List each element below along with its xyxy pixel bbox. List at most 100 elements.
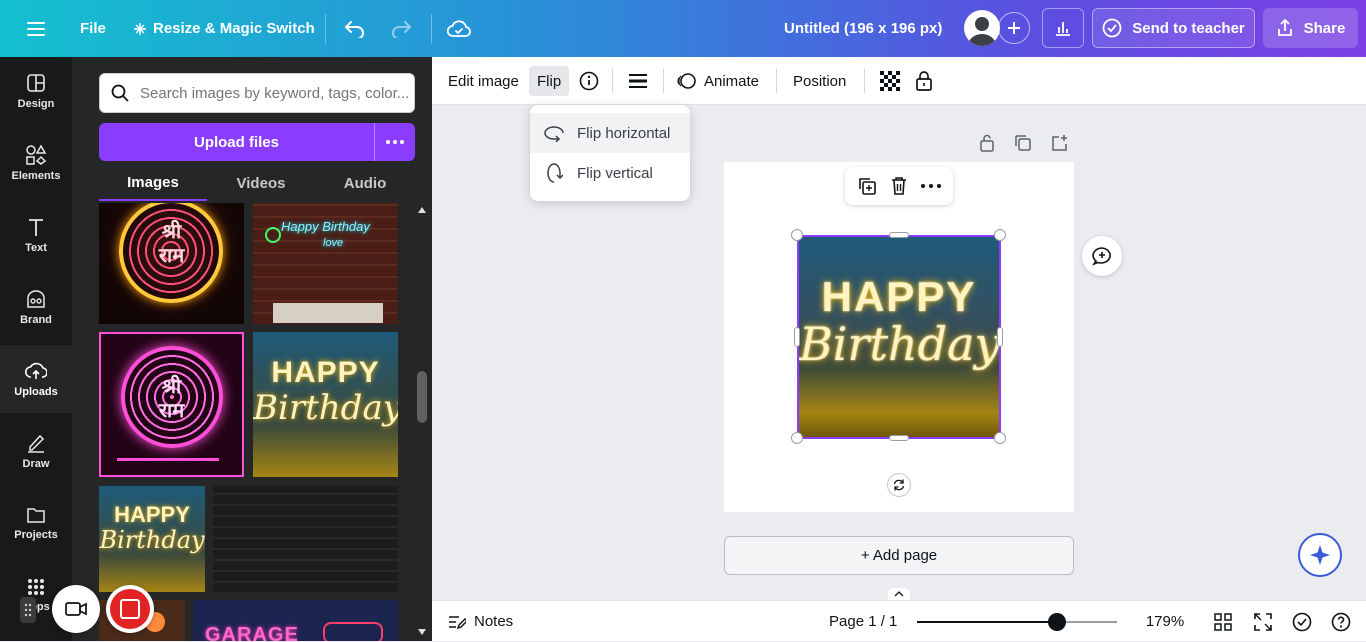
rail-item-text[interactable]: Text bbox=[0, 201, 72, 269]
comment-icon[interactable] bbox=[1082, 236, 1122, 276]
tab-audio[interactable]: Audio bbox=[315, 165, 415, 201]
brand-icon bbox=[25, 289, 47, 309]
resize-handle[interactable] bbox=[889, 435, 909, 441]
thumbnail-text: श्री राम bbox=[158, 374, 185, 422]
rail-item-draw[interactable]: Draw bbox=[0, 417, 72, 485]
resize-handle[interactable] bbox=[997, 327, 1003, 347]
menu-icon[interactable] bbox=[22, 0, 50, 57]
image-thumbnail-happy-birthday-small[interactable]: HAPPY Birthday bbox=[99, 486, 205, 592]
resize-handle[interactable] bbox=[791, 432, 803, 444]
panel-scrollbar[interactable] bbox=[415, 203, 429, 641]
add-page-icon[interactable] bbox=[1050, 133, 1068, 153]
info-icon[interactable] bbox=[578, 57, 600, 105]
document-title[interactable]: Untitled (196 x 196 px) bbox=[784, 0, 942, 57]
zoom-slider-fill bbox=[917, 621, 1057, 623]
stop-icon bbox=[110, 589, 150, 629]
position-button[interactable]: Position bbox=[793, 57, 846, 105]
redo-icon[interactable] bbox=[388, 0, 414, 57]
image-thumbnail-brick-birthday[interactable]: Happy Birthday love bbox=[253, 203, 398, 324]
resize-handle[interactable] bbox=[889, 232, 909, 238]
tab-images[interactable]: Images bbox=[99, 165, 207, 201]
animate-button[interactable]: Animate bbox=[676, 57, 759, 105]
file-menu[interactable]: File bbox=[80, 0, 106, 57]
undo-icon[interactable] bbox=[342, 0, 368, 57]
transparency-icon[interactable] bbox=[879, 57, 901, 105]
chevron-up-icon[interactable] bbox=[888, 588, 910, 600]
lock-page-icon[interactable] bbox=[978, 133, 996, 153]
border-style-icon[interactable] bbox=[627, 57, 649, 105]
record-stop-button[interactable] bbox=[106, 585, 154, 633]
add-collaborator-icon[interactable] bbox=[998, 12, 1030, 44]
elements-icon bbox=[25, 144, 47, 165]
more-options-icon[interactable] bbox=[920, 184, 941, 188]
image-thumbnail-garage[interactable]: GARAGE bbox=[193, 600, 398, 641]
image-thumbnail-dark-brick[interactable] bbox=[213, 486, 398, 592]
scroll-down-icon[interactable] bbox=[418, 629, 426, 635]
rail-item-brand[interactable]: Brand bbox=[0, 273, 72, 341]
drag-handle-icon[interactable] bbox=[20, 597, 36, 623]
insights-icon[interactable] bbox=[1042, 8, 1084, 48]
resize-handle[interactable] bbox=[994, 432, 1006, 444]
page-indicator[interactable]: Page 1 / 1 bbox=[829, 601, 897, 642]
divider bbox=[325, 14, 326, 44]
camera-icon[interactable] bbox=[52, 585, 100, 633]
divider bbox=[612, 69, 613, 93]
zoom-level[interactable]: 179% bbox=[1140, 601, 1190, 642]
rail-label: Brand bbox=[20, 313, 52, 326]
design-page[interactable]: HAPPY Birthday bbox=[724, 162, 1074, 512]
rail-item-uploads[interactable]: Uploads bbox=[0, 345, 72, 413]
image-text-happy: HAPPY bbox=[821, 273, 977, 320]
search-input[interactable] bbox=[140, 84, 408, 102]
resize-handle[interactable] bbox=[994, 229, 1006, 241]
rail-label: Elements bbox=[11, 169, 61, 182]
help-icon[interactable] bbox=[1330, 601, 1352, 642]
divider bbox=[776, 69, 777, 93]
flip-horizontal-option[interactable]: Flip horizontal bbox=[530, 113, 690, 153]
rail-label: Design bbox=[17, 97, 55, 110]
flip-vertical-option[interactable]: Flip vertical bbox=[530, 153, 690, 193]
duplicate-page-icon[interactable] bbox=[1014, 133, 1032, 153]
thumbnail-text: HAPPY bbox=[271, 356, 380, 389]
flip-button[interactable]: Flip bbox=[529, 66, 570, 96]
add-page-button[interactable]: + Add page bbox=[724, 536, 1074, 575]
check-circle-icon[interactable] bbox=[1291, 601, 1313, 642]
rail-item-elements[interactable]: Elements bbox=[0, 129, 72, 197]
magic-assistant-icon[interactable] bbox=[1298, 533, 1342, 577]
divider bbox=[663, 69, 664, 93]
rail-item-design[interactable]: Design bbox=[0, 57, 72, 125]
neon-line bbox=[117, 458, 219, 461]
search-box bbox=[99, 73, 415, 113]
send-to-teacher-button[interactable]: Send to teacher bbox=[1092, 8, 1255, 48]
image-thumbnail-shri-ram-gold[interactable]: श्री राम bbox=[99, 203, 244, 324]
resize-handle[interactable] bbox=[791, 229, 803, 241]
bottom-bar: Notes Page 1 / 1 179% bbox=[432, 600, 1366, 641]
smiley-icon bbox=[265, 227, 281, 243]
grid-view-icon[interactable] bbox=[1212, 601, 1234, 642]
cloud-save-icon[interactable] bbox=[446, 0, 472, 57]
resize-handle[interactable] bbox=[794, 327, 800, 347]
zoom-slider-thumb[interactable] bbox=[1048, 613, 1066, 631]
lock-icon[interactable] bbox=[914, 57, 934, 105]
rotate-icon[interactable] bbox=[887, 473, 911, 497]
media-tabs: Images Videos Audio bbox=[99, 165, 415, 201]
upload-files-button[interactable]: Upload files bbox=[99, 123, 374, 161]
rail-item-projects[interactable]: Projects bbox=[0, 489, 72, 557]
notes-button[interactable]: Notes bbox=[448, 601, 513, 642]
share-button[interactable]: Share bbox=[1263, 8, 1358, 48]
selected-image-happy-birthday[interactable]: HAPPY Birthday bbox=[797, 235, 1001, 439]
scroll-thumb[interactable] bbox=[417, 371, 427, 423]
image-thumbnail-shri-ram-pink[interactable]: श्री राम bbox=[99, 332, 244, 477]
duplicate-icon[interactable] bbox=[857, 176, 877, 196]
fullscreen-icon[interactable] bbox=[1252, 601, 1274, 642]
resize-button[interactable]: Resize & Magic Switch bbox=[133, 0, 315, 57]
zoom-slider-track[interactable] bbox=[917, 613, 1117, 631]
trash-icon[interactable] bbox=[890, 176, 908, 196]
scroll-up-icon[interactable] bbox=[418, 207, 426, 213]
top-bar: File Resize & Magic Switch Untitled (196… bbox=[0, 0, 1366, 57]
image-thumbnail-happy-birthday[interactable]: HAPPY Birthday bbox=[253, 332, 398, 477]
animate-label: Animate bbox=[704, 72, 760, 90]
edit-image-button[interactable]: Edit image bbox=[448, 57, 519, 105]
tab-videos[interactable]: Videos bbox=[207, 165, 315, 201]
more-options-icon[interactable] bbox=[375, 123, 415, 161]
avatar[interactable] bbox=[964, 10, 1000, 46]
